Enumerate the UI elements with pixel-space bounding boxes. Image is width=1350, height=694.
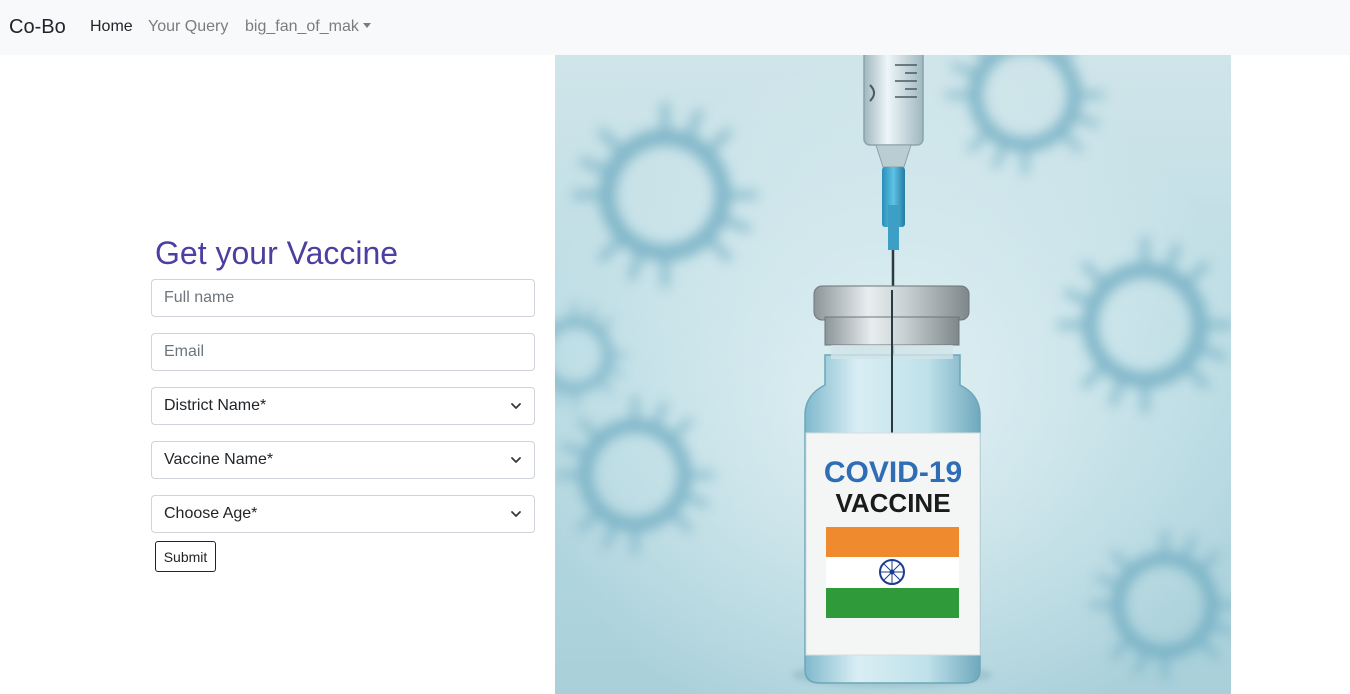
nav-home-link[interactable]: Home	[90, 17, 133, 37]
age-select-value: Choose Age*	[164, 505, 258, 522]
chevron-down-icon	[511, 403, 521, 409]
form-title: Get your Vaccine	[155, 235, 399, 271]
submit-button[interactable]: Submit	[155, 541, 216, 572]
nav-query-link[interactable]: Your Query	[148, 17, 228, 37]
full-name-input[interactable]	[151, 279, 535, 317]
user-dropdown-label: big_fan_of_mak	[245, 18, 359, 35]
email-input[interactable]	[151, 333, 535, 371]
caret-down-icon	[362, 23, 371, 28]
district-select[interactable]: District Name*	[151, 387, 535, 425]
vaccine-select[interactable]: Vaccine Name*	[151, 441, 535, 479]
chevron-down-icon	[511, 457, 521, 463]
vaccine-hero-image: COVID-19 VACCINE	[555, 55, 1231, 694]
vial-label-line2: VACCINE	[835, 488, 950, 518]
vial-label-line1: COVID-19	[824, 456, 962, 489]
chevron-down-icon	[511, 511, 521, 517]
indian-flag-icon	[826, 527, 959, 618]
age-select[interactable]: Choose Age*	[151, 495, 535, 533]
navbar: Co-Bo Home Your Query big_fan_of_mak	[0, 0, 1350, 55]
brand-logo[interactable]: Co-Bo	[9, 14, 66, 40]
vaccine-select-value: Vaccine Name*	[164, 451, 274, 468]
user-dropdown[interactable]: big_fan_of_mak	[245, 17, 371, 37]
district-select-value: District Name*	[164, 397, 267, 414]
